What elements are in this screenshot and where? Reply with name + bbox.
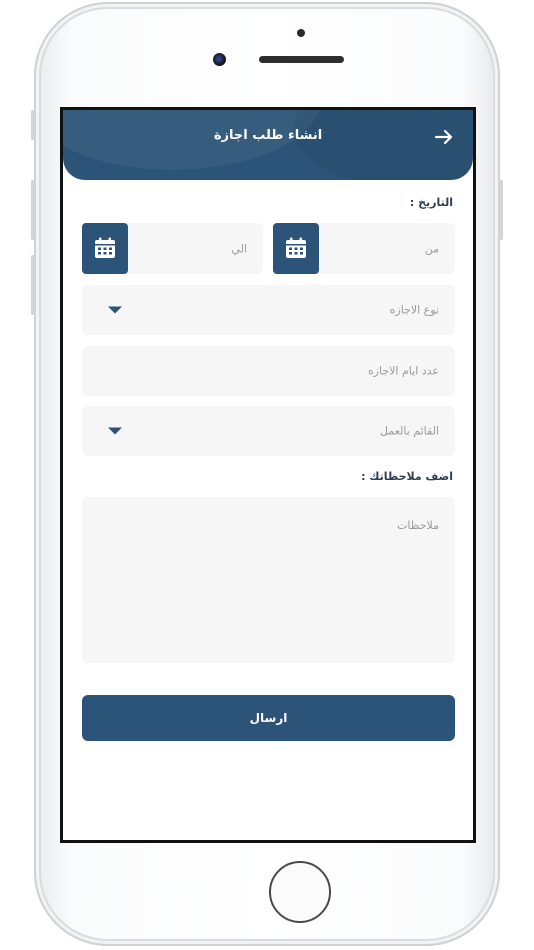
app-screen: انشاء طلب اجازة التاريخ : من الي نوع الا…: [60, 107, 476, 843]
mute-switch: [31, 110, 35, 140]
front-camera: [213, 53, 226, 66]
page-title: انشاء طلب اجازة: [213, 128, 323, 143]
power-button: [499, 180, 503, 240]
substitute-placeholder: القائم بالعمل: [380, 424, 439, 438]
calendar-icon: [95, 237, 115, 258]
leave-days-input[interactable]: عدد ايام الاجازه: [82, 346, 455, 396]
to-calendar-button[interactable]: [82, 223, 128, 274]
volume-up-button: [31, 180, 35, 240]
date-label: التاريخ :: [409, 196, 453, 209]
substitute-select[interactable]: القائم بالعمل: [82, 406, 455, 456]
leave-type-placeholder: نوع الاجازه: [389, 303, 439, 317]
from-date-field[interactable]: من: [273, 223, 455, 274]
notes-placeholder: ملاحظات: [397, 519, 439, 532]
from-calendar-button[interactable]: [273, 223, 319, 274]
notes-label: اضف ملاحظاتك :: [361, 470, 453, 483]
to-date-field[interactable]: الي: [82, 223, 263, 274]
submit-button[interactable]: ارسال: [82, 695, 455, 741]
to-date-placeholder: الي: [231, 242, 247, 255]
app-header: انشاء طلب اجازة: [63, 110, 473, 180]
from-date-placeholder: من: [424, 242, 439, 255]
home-button[interactable]: [269, 861, 331, 923]
calendar-icon: [286, 237, 306, 258]
notes-textarea[interactable]: ملاحظات: [82, 497, 455, 663]
arrow-right-icon: [434, 129, 453, 145]
leave-days-placeholder: عدد ايام الاجازه: [367, 364, 439, 378]
earpiece-speaker: [259, 56, 344, 63]
leave-type-select[interactable]: نوع الاجازه: [82, 285, 455, 335]
caret-down-icon: [108, 427, 122, 435]
back-button[interactable]: [431, 124, 457, 150]
volume-down-button: [31, 255, 35, 315]
sensor-dot: [297, 29, 305, 37]
caret-down-icon: [108, 306, 122, 314]
